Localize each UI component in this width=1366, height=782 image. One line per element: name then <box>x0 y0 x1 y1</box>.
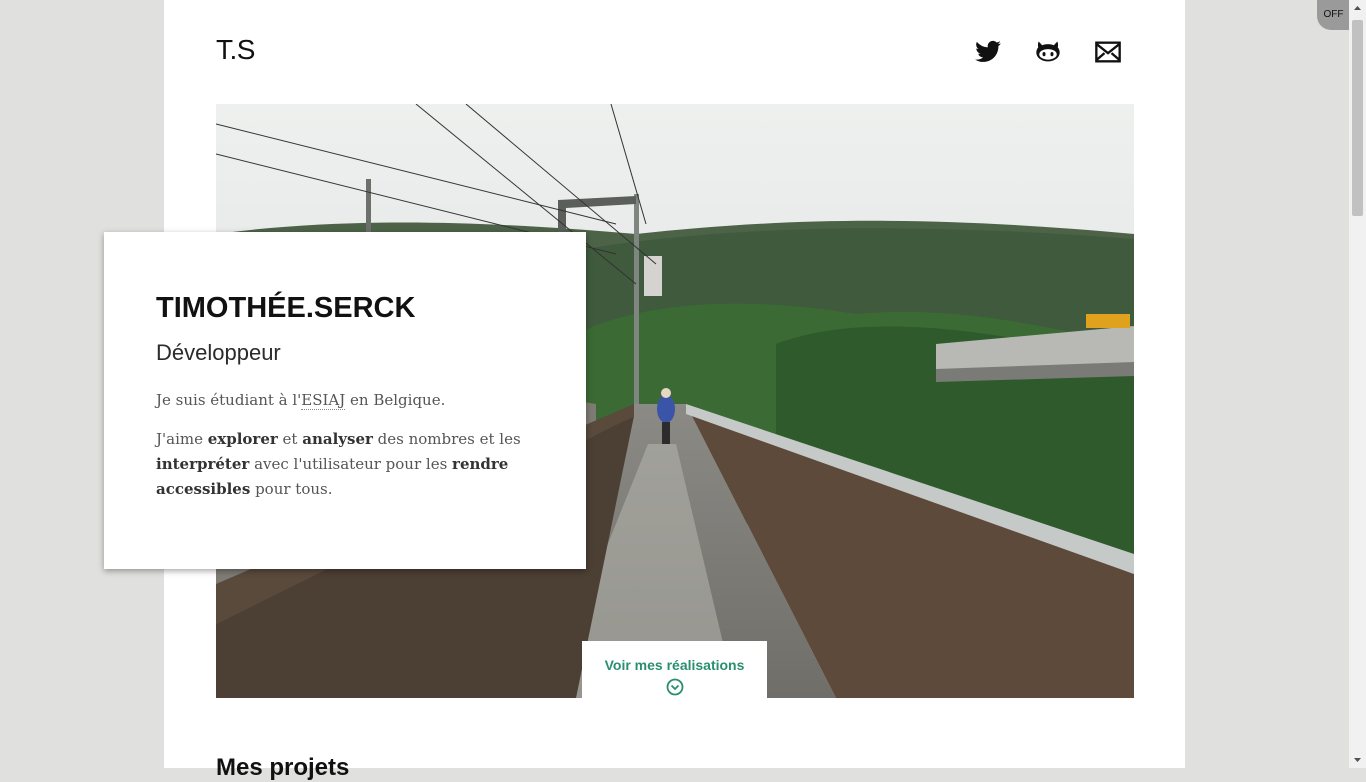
projects-heading: Mes projets <box>216 754 350 781</box>
github-link[interactable] <box>1032 36 1064 68</box>
esiaj-abbr[interactable]: ESIAJ <box>301 391 346 410</box>
intro-emphasis: explorer <box>207 430 278 448</box>
intro-paragraph-1: Je suis étudiant à l'ESIAJ en Belgique. <box>156 388 526 413</box>
intro-text: Je suis étudiant à l' <box>156 391 302 409</box>
vertical-scrollbar[interactable] <box>1349 0 1366 768</box>
page-container: T.S TIMOTHÉE.SERCK Développeur Je suis é… <box>104 0 1185 781</box>
github-icon <box>1036 41 1060 62</box>
intro-text: avec l'utilisateur pour les <box>249 455 453 473</box>
email-link[interactable] <box>1092 36 1124 68</box>
twitter-link[interactable] <box>972 36 1004 68</box>
scroll-down-icon[interactable] <box>1349 751 1366 768</box>
intro-text: J'aime <box>156 430 208 448</box>
off-toggle[interactable]: OFF <box>1317 0 1350 30</box>
intro-name: TIMOTHÉE.SERCK <box>156 292 416 324</box>
intro-text: des nombres et les <box>372 430 521 448</box>
chevron-down-circle-icon <box>666 678 683 696</box>
scroll-up-icon[interactable] <box>1349 0 1366 17</box>
scrollbar-thumb[interactable] <box>1352 20 1363 216</box>
intro-card: TIMOTHÉE.SERCK Développeur Je suis étudi… <box>104 232 586 569</box>
intro-text: et <box>277 430 303 448</box>
view-projects-label: Voir mes réalisations <box>604 657 745 673</box>
intro-role: Développeur <box>156 340 281 365</box>
site-logo[interactable]: T.S <box>216 34 255 66</box>
mail-icon <box>1095 41 1121 63</box>
intro-paragraph-2: J'aime explorer et analyser des nombres … <box>156 427 526 502</box>
intro-text: en Belgique. <box>345 391 446 409</box>
twitter-icon <box>975 40 1001 62</box>
intro-emphasis: interpréter <box>156 455 250 473</box>
intro-emphasis: analyser <box>302 430 373 448</box>
intro-text: pour tous. <box>250 480 333 498</box>
view-projects-button[interactable]: Voir mes réalisations <box>582 641 767 698</box>
